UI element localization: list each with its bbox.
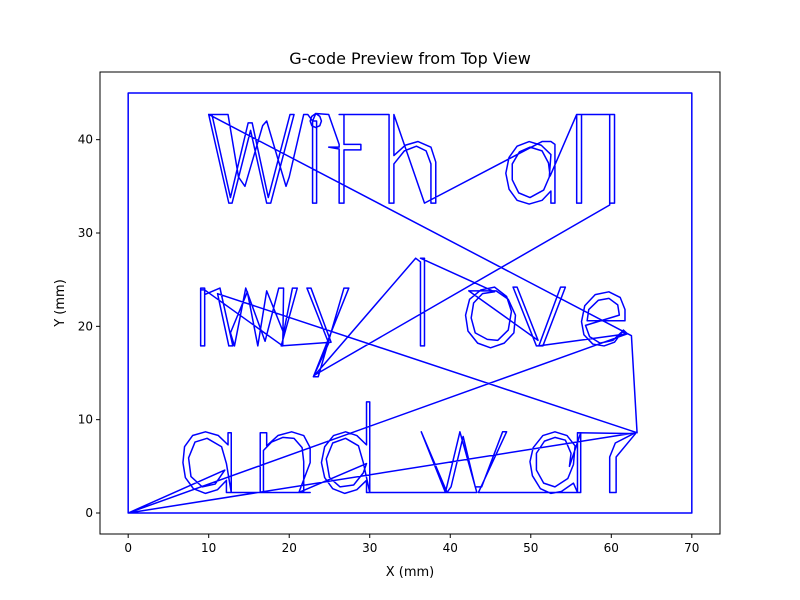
figure-background <box>0 0 800 600</box>
y-tick-label: 40 <box>78 133 93 147</box>
x-tick-label: 0 <box>124 541 132 555</box>
y-tick-label: 0 <box>85 506 93 520</box>
x-tick-label: 50 <box>523 541 538 555</box>
chart-title: G-code Preview from Top View <box>289 49 531 68</box>
y-tick-label: 10 <box>78 413 93 427</box>
y-tick-label: 30 <box>78 226 93 240</box>
x-tick-label: 20 <box>282 541 297 555</box>
x-tick-label: 40 <box>443 541 458 555</box>
x-tick-label: 60 <box>604 541 619 555</box>
gcode-preview-figure: G-code Preview from Top View 0 10 20 30 40 50… <box>0 0 800 600</box>
y-tick-label: 20 <box>78 319 93 333</box>
y-axis-label: Y (mm) <box>53 279 68 328</box>
x-axis-label: X (mm) <box>386 565 435 580</box>
x-tick-label: 30 <box>362 541 377 555</box>
x-tick-label: 10 <box>201 541 216 555</box>
x-tick-label: 70 <box>684 541 699 555</box>
